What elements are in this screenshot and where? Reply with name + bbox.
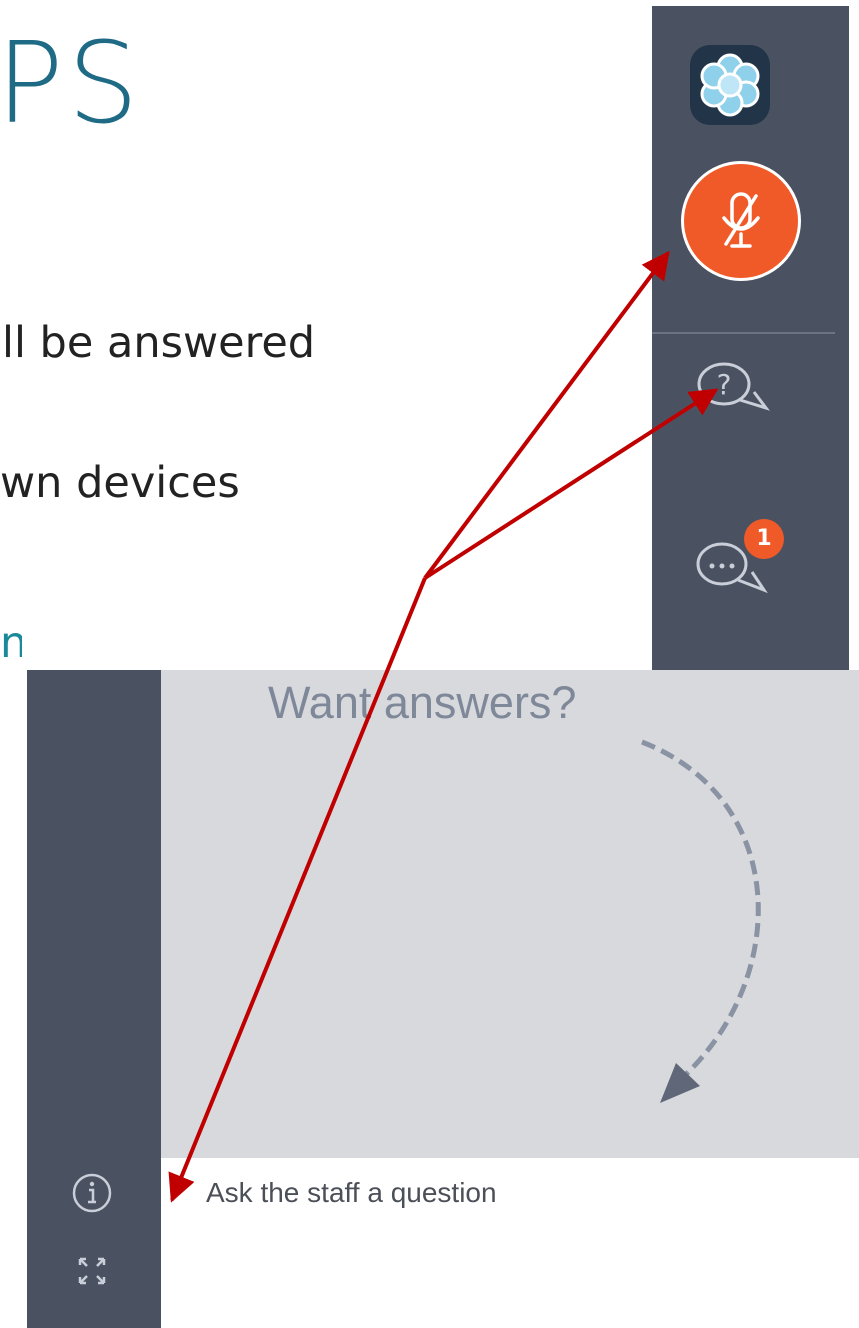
questions-button[interactable]: ?	[688, 356, 778, 416]
info-icon	[72, 1173, 112, 1213]
sidebar-divider	[652, 332, 835, 334]
question-input[interactable]	[192, 1158, 859, 1228]
want-answers-prompt: Want answers?	[268, 677, 577, 728]
arrow-to-mic	[423, 250, 670, 580]
info-button[interactable]	[70, 1171, 114, 1215]
question-bubble-icon: ?	[697, 362, 770, 411]
slide-title: PS	[0, 19, 143, 149]
expand-button[interactable]	[75, 1254, 109, 1288]
flower-logo-icon	[690, 45, 770, 125]
qa-sidebar	[27, 670, 161, 1328]
qa-prompt-area	[161, 670, 859, 1158]
expand-icon	[78, 1257, 106, 1285]
muted-microphone-icon	[722, 192, 760, 248]
bullet-devices: wn devices	[0, 458, 240, 508]
bullet-answered: ll be answered	[2, 318, 316, 368]
chat-unread-badge: 1	[744, 519, 784, 559]
bullet-link-fragment: n	[0, 622, 22, 665]
svg-text:?: ?	[717, 368, 732, 401]
mute-microphone-button[interactable]	[681, 161, 801, 281]
